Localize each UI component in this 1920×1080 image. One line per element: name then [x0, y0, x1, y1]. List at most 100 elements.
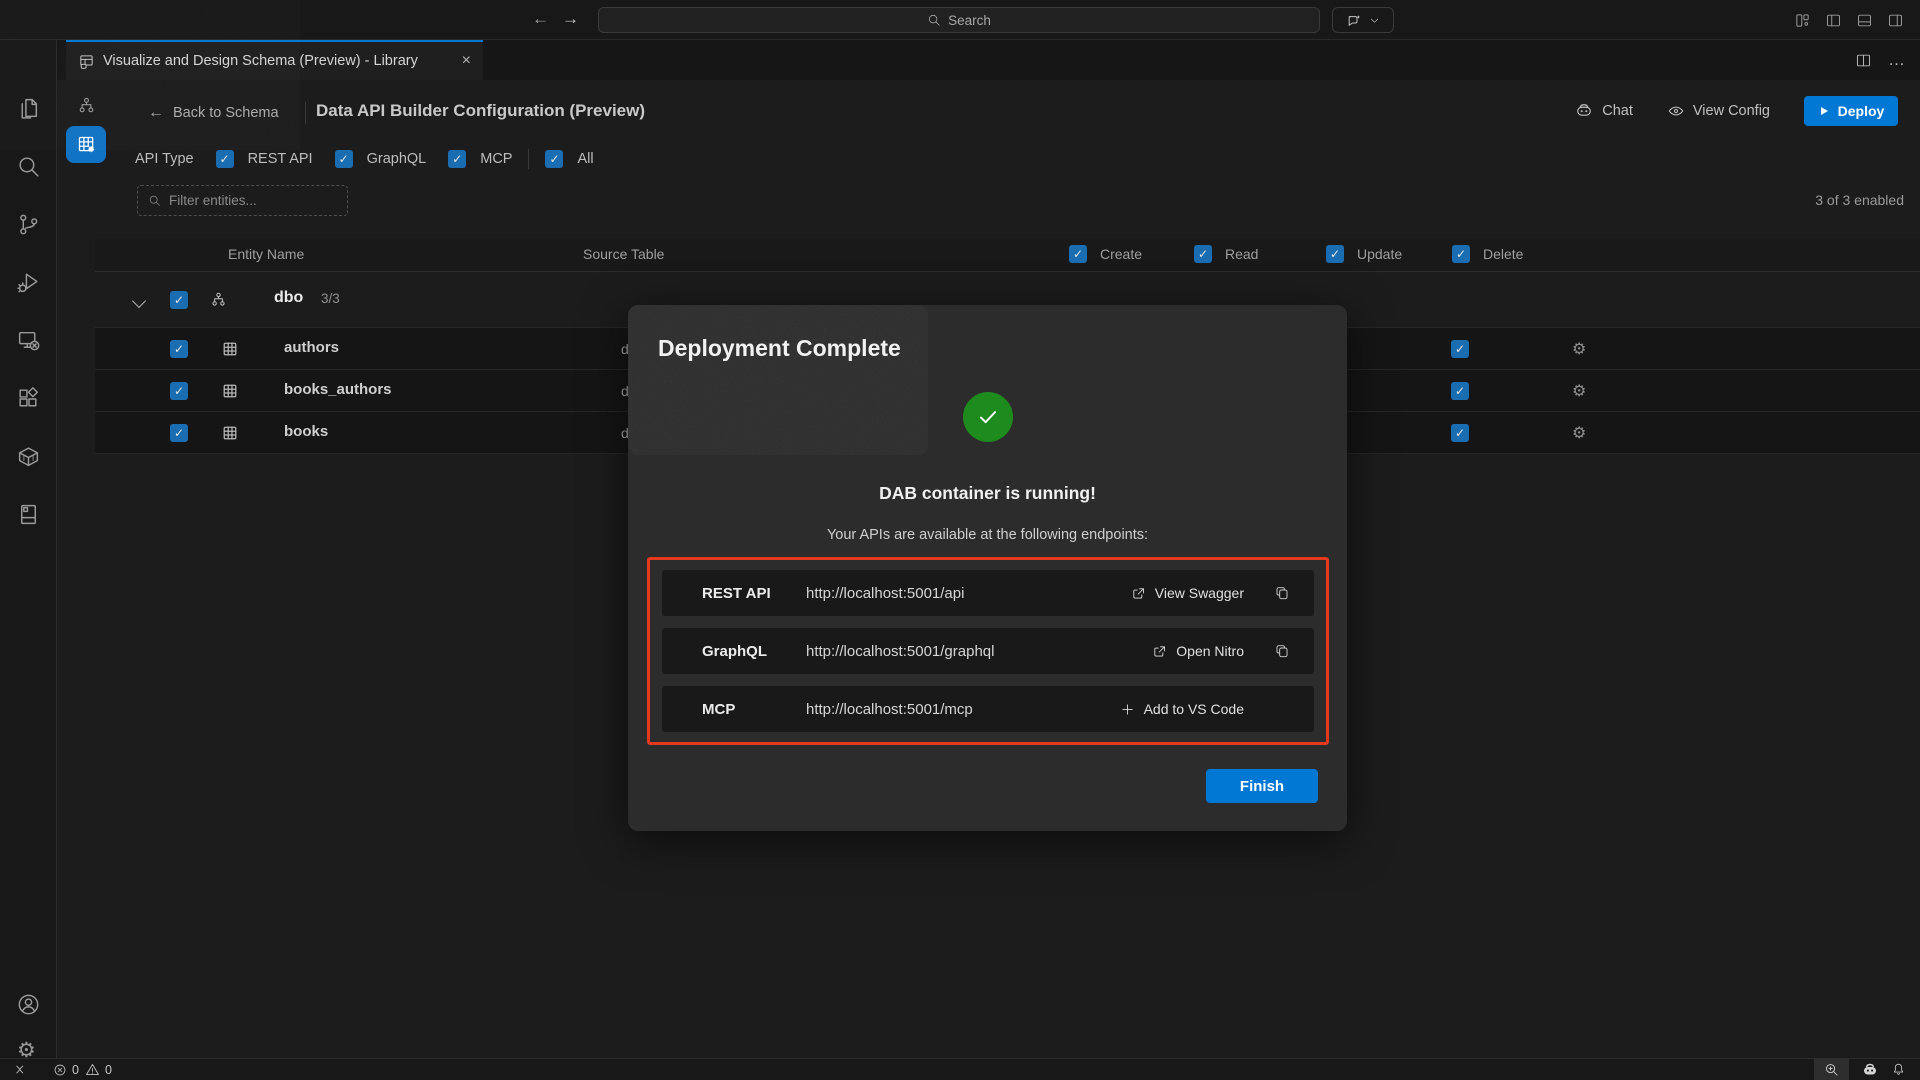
collapse-chevron-icon[interactable]	[132, 294, 146, 308]
extensions-icon[interactable]	[16, 386, 41, 411]
finish-label: Finish	[1240, 778, 1284, 795]
zoom-status-button[interactable]	[1814, 1059, 1849, 1080]
run-debug-icon[interactable]	[16, 270, 41, 295]
table-config-view-button[interactable]	[66, 126, 106, 163]
all-label: All	[577, 151, 593, 167]
entity-name: authors	[284, 339, 339, 356]
eye-icon	[1667, 102, 1685, 120]
delete-all-checkbox[interactable]	[1452, 245, 1470, 263]
view-config-button[interactable]: View Config	[1667, 102, 1770, 120]
container-tools-icon[interactable]	[16, 444, 41, 469]
nav-forward-icon[interactable]: →	[562, 9, 579, 29]
delete-header: Delete	[1483, 246, 1523, 262]
view-config-label: View Config	[1693, 103, 1770, 119]
source-table-header: Source Table	[583, 246, 664, 262]
split-editor-icon[interactable]	[1855, 52, 1872, 69]
row-settings-gear-icon[interactable]: ⚙	[1572, 339, 1586, 359]
toggle-primary-sidebar-icon[interactable]	[1822, 8, 1844, 32]
create-all-checkbox[interactable]	[1069, 245, 1087, 263]
rest-api-label: REST API	[248, 151, 313, 167]
search-view-icon[interactable]	[16, 154, 41, 179]
remote-window-icon[interactable]	[14, 1062, 29, 1077]
update-all-checkbox[interactable]	[1326, 245, 1344, 263]
api-type-row: API Type REST API GraphQL MCP All	[135, 143, 594, 175]
play-icon	[1818, 105, 1830, 117]
endpoint-url: http://localhost:5001/api	[806, 585, 964, 602]
chat-button[interactable]: Chat	[1574, 101, 1633, 121]
schema-view-icon[interactable]	[77, 96, 96, 115]
back-to-schema-link[interactable]: ← Back to Schema	[148, 104, 279, 122]
graphql-checkbox[interactable]	[335, 150, 353, 168]
tab-title: Visualize and Design Schema (Preview) - …	[103, 53, 418, 69]
warning-icon	[85, 1062, 100, 1077]
filter-placeholder: Filter entities...	[169, 193, 257, 208]
open-nitro-button[interactable]: Open Nitro	[1152, 643, 1244, 659]
deployment-complete-modal: Deployment Complete DAB container is run…	[628, 305, 1347, 831]
entity-name-header: Entity Name	[228, 246, 304, 262]
filter-entities-input[interactable]: Filter entities...	[137, 185, 348, 216]
endpoint-row-mcp: MCP http://localhost:5001/mcp Add to VS …	[662, 686, 1314, 732]
row-delete-checkbox[interactable]	[1451, 382, 1469, 400]
activity-bar: ⚙	[0, 40, 57, 1058]
endpoint-label: REST API	[702, 585, 794, 602]
endpoint-action-label: Open Nitro	[1176, 643, 1244, 659]
explorer-icon[interactable]	[16, 96, 41, 121]
endpoint-url: http://localhost:5001/graphql	[806, 643, 994, 660]
entity-name: books_authors	[284, 381, 392, 398]
zoom-in-icon	[1824, 1062, 1839, 1077]
read-all-checkbox[interactable]	[1194, 245, 1212, 263]
tab-close-icon[interactable]: ×	[462, 53, 471, 69]
chevron-down-icon	[1369, 15, 1380, 26]
table-config-icon	[76, 134, 97, 155]
row-checkbox[interactable]	[170, 424, 188, 442]
api-type-label: API Type	[135, 151, 194, 167]
source-control-icon[interactable]	[16, 212, 41, 237]
row-checkbox[interactable]	[170, 340, 188, 358]
endpoint-row-graphql: GraphQL http://localhost:5001/graphql Op…	[662, 628, 1314, 674]
modal-subheading: Your APIs are available at the following…	[628, 527, 1347, 543]
read-header: Read	[1225, 246, 1258, 262]
tab-visualize-design-schema[interactable]: Visualize and Design Schema (Preview) - …	[66, 40, 483, 80]
notifications-bell-icon[interactable]	[1891, 1062, 1906, 1077]
problems-errors[interactable]: 0	[53, 1063, 79, 1077]
row-settings-gear-icon[interactable]: ⚙	[1572, 423, 1586, 443]
external-link-icon	[1152, 644, 1167, 659]
account-icon[interactable]	[16, 992, 41, 1017]
rest-api-checkbox[interactable]	[216, 150, 234, 168]
row-checkbox[interactable]	[170, 382, 188, 400]
nav-back-icon[interactable]: ←	[532, 9, 549, 29]
view-swagger-button[interactable]: View Swagger	[1131, 585, 1244, 601]
toggle-secondary-sidebar-icon[interactable]	[1884, 8, 1906, 32]
row-delete-checkbox[interactable]	[1451, 424, 1469, 442]
more-actions-icon[interactable]: …	[1888, 50, 1906, 70]
copy-icon[interactable]	[1274, 585, 1290, 601]
database-projects-icon[interactable]	[16, 502, 41, 527]
remote-explorer-icon[interactable]	[16, 328, 41, 353]
search-input[interactable]: Search	[598, 7, 1320, 33]
endpoint-row-rest: REST API http://localhost:5001/api View …	[662, 570, 1314, 616]
add-to-vscode-button[interactable]: Add to VS Code	[1120, 701, 1244, 717]
success-check-icon	[963, 392, 1013, 442]
toggle-panel-icon[interactable]	[1853, 8, 1875, 32]
customize-layout-icon[interactable]	[1791, 8, 1813, 32]
copilot-status-icon[interactable]	[1861, 1061, 1879, 1079]
editor-tab-bar: Visualize and Design Schema (Preview) - …	[57, 40, 1920, 80]
row-delete-checkbox[interactable]	[1451, 340, 1469, 358]
deploy-button[interactable]: Deploy	[1804, 96, 1898, 126]
mcp-checkbox[interactable]	[448, 150, 466, 168]
problems-warnings[interactable]: 0	[85, 1062, 112, 1077]
graphql-label: GraphQL	[367, 151, 427, 167]
search-icon	[927, 13, 941, 27]
all-checkbox[interactable]	[545, 150, 563, 168]
table-icon	[222, 341, 238, 357]
entity-name: books	[284, 423, 328, 440]
copilot-icon	[1574, 101, 1594, 121]
api-type-divider	[528, 149, 529, 169]
endpoint-url: http://localhost:5001/mcp	[806, 701, 973, 718]
group-checkbox[interactable]	[170, 291, 188, 309]
copilot-chat-button[interactable]	[1332, 7, 1394, 33]
finish-button[interactable]: Finish	[1206, 769, 1318, 803]
schema-icon	[210, 291, 227, 308]
row-settings-gear-icon[interactable]: ⚙	[1572, 381, 1586, 401]
copy-icon[interactable]	[1274, 643, 1290, 659]
